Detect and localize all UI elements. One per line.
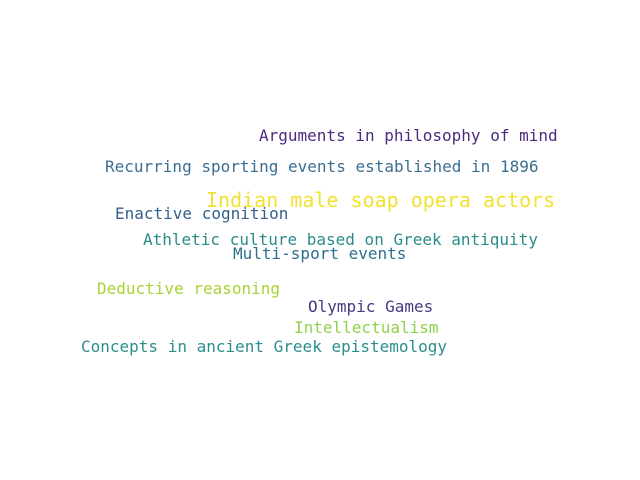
word-deductive-reasoning: Deductive reasoning [97,279,281,298]
word-olympic-games: Olympic Games [308,297,434,316]
word-multi-sport-events: Multi-sport events [233,244,407,263]
word-concepts-in-ancient-greek-epistemology: Concepts in ancient Greek epistemology [81,337,448,356]
word-recurring-sporting-events: Recurring sporting events established in… [105,157,539,176]
word-enactive-cognition: Enactive cognition [115,204,289,223]
word-cloud: Arguments in philosophy of mind Recurrin… [0,0,640,480]
word-arguments-in-philosophy-of-mind: Arguments in philosophy of mind [259,126,558,145]
word-intellectualism: Intellectualism [294,318,439,337]
